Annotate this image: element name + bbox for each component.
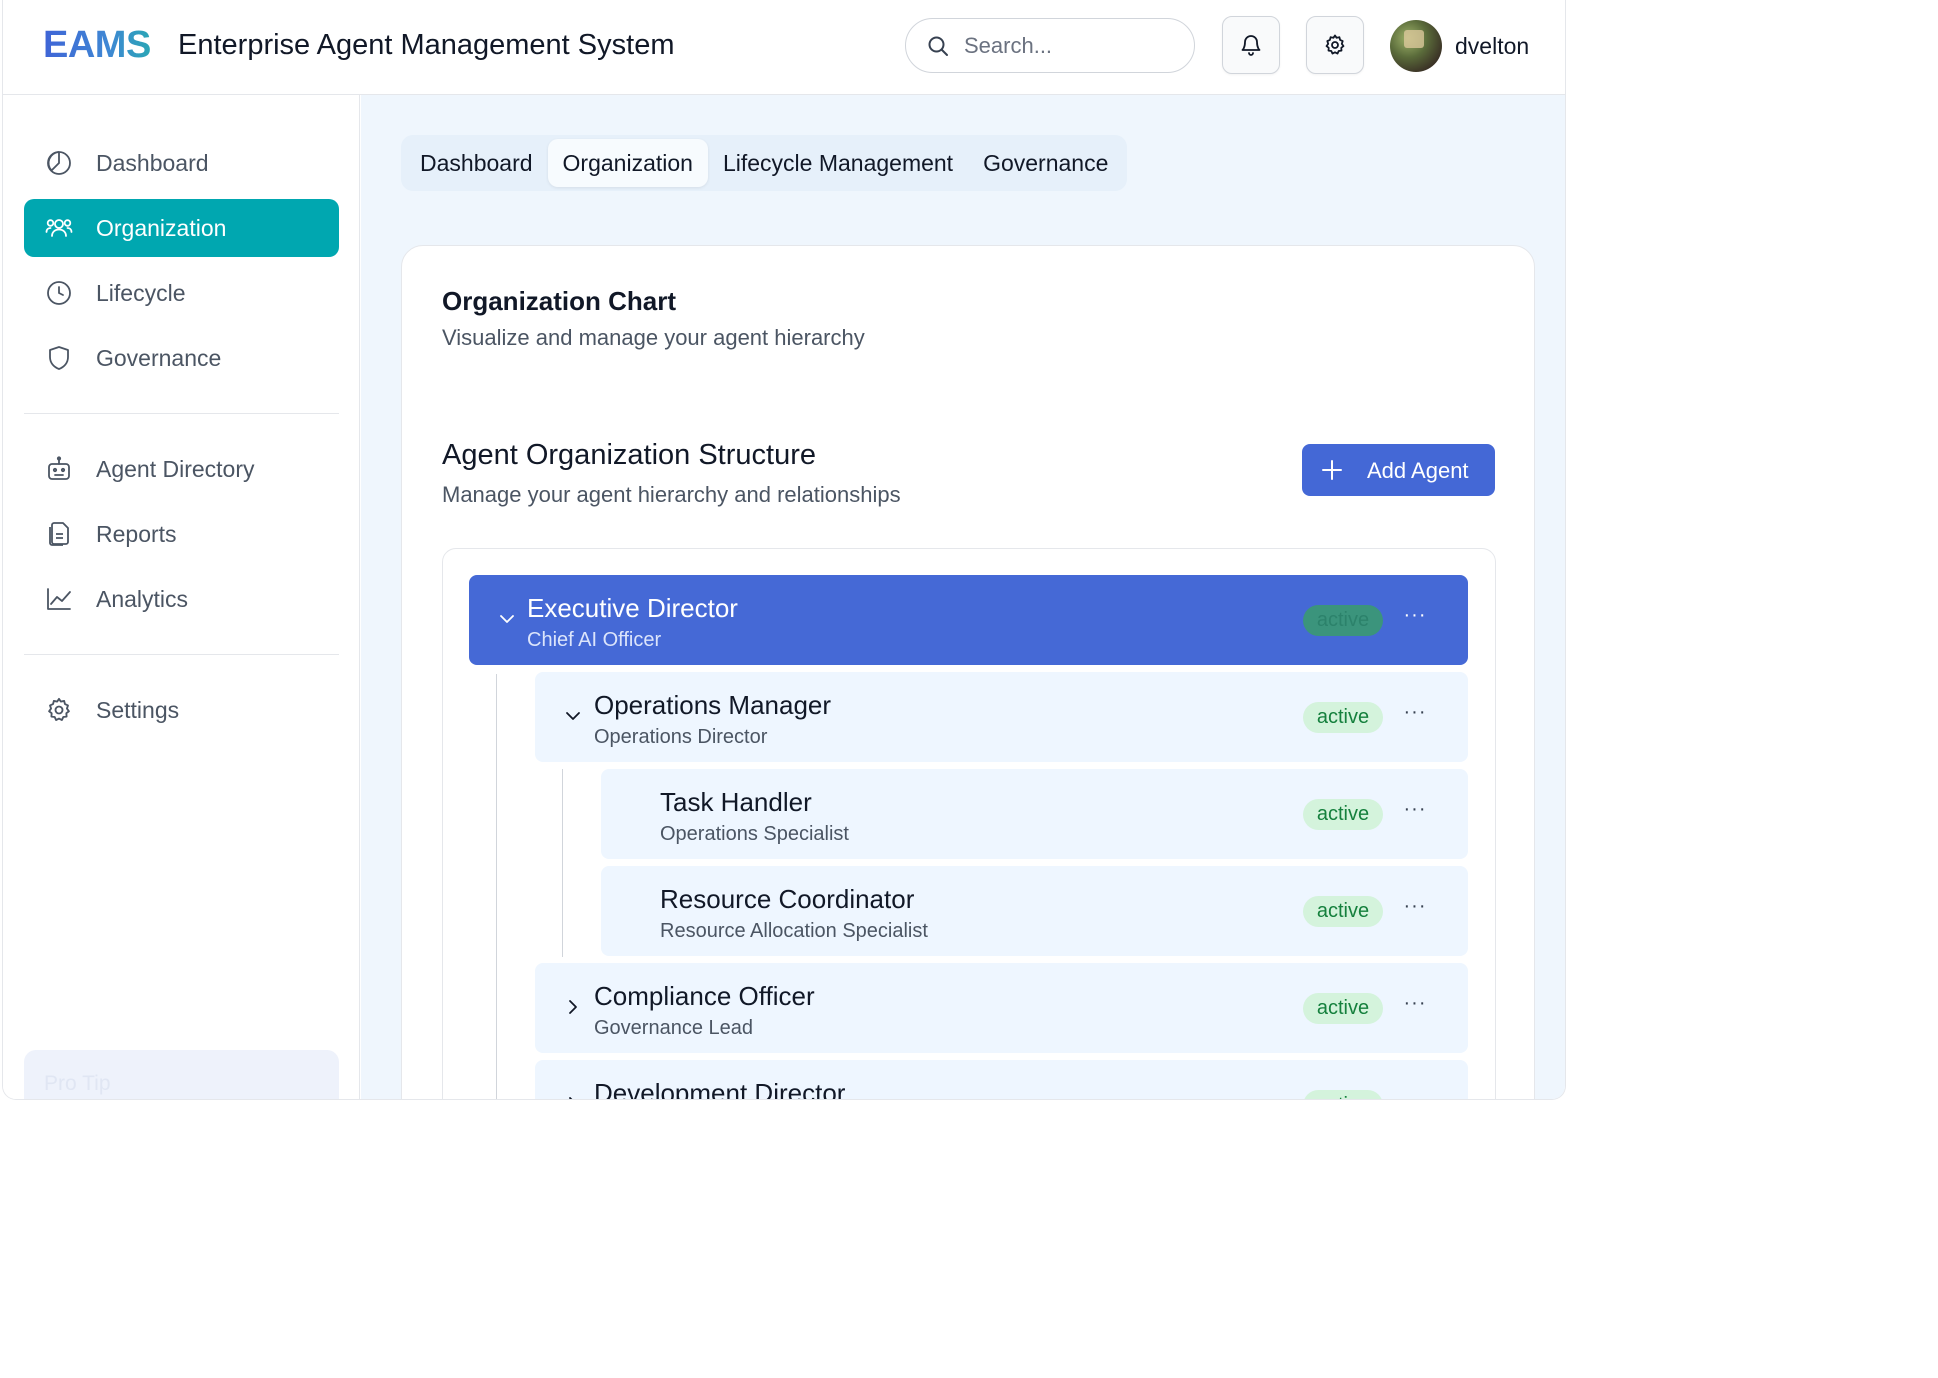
- settings-button[interactable]: [1306, 16, 1364, 74]
- agent-name: Task Handler: [660, 787, 812, 817]
- sidebar-divider: [24, 654, 339, 655]
- add-agent-button[interactable]: Add Agent: [1302, 444, 1495, 496]
- tab-governance[interactable]: Governance: [968, 139, 1123, 187]
- agent-name: Development Director: [594, 1078, 846, 1100]
- chevron-right-icon[interactable]: [563, 997, 583, 1017]
- sidebar-item-lifecycle[interactable]: Lifecycle: [24, 264, 339, 322]
- sidebar-item-label: Lifecycle: [96, 280, 186, 306]
- status-badge: active: [1303, 1090, 1383, 1099]
- more-options-button[interactable]: ···: [1400, 893, 1430, 923]
- search-icon: [928, 36, 948, 56]
- agent-role: Chief AI Officer: [527, 629, 662, 651]
- sidebar-item-label: Agent Directory: [96, 456, 255, 482]
- status-badge: active: [1303, 993, 1383, 1024]
- app-window: EAMS Enterprise Agent Management System …: [2, 0, 1566, 1100]
- username[interactable]: dvelton: [1455, 33, 1529, 60]
- agent-role: Resource Allocation Specialist: [660, 920, 928, 942]
- tab-dashboard[interactable]: Dashboard: [405, 139, 548, 187]
- agent-role: Governance Lead: [594, 1017, 754, 1039]
- status-badge: active: [1303, 702, 1383, 733]
- users-icon: [45, 219, 73, 237]
- tab-lifecycle-management[interactable]: Lifecycle Management: [708, 139, 968, 187]
- more-options-button[interactable]: ···: [1400, 990, 1430, 1020]
- sidebar-item-governance[interactable]: Governance: [24, 329, 339, 387]
- sidebar-item-dashboard[interactable]: Dashboard: [24, 134, 339, 192]
- add-agent-label: Add Agent: [1367, 458, 1469, 483]
- chevron-down-icon[interactable]: [497, 609, 517, 629]
- tree-connector: [562, 769, 563, 957]
- agent-node-operations-manager[interactable]: Operations Manager Operations Director a…: [535, 672, 1468, 762]
- main-content: Dashboard Organization Lifecycle Managem…: [361, 95, 1565, 1100]
- sidebar: Dashboard Organization Lifecycle Governa…: [3, 95, 360, 1099]
- chevron-right-icon[interactable]: [563, 1094, 583, 1100]
- more-options-button[interactable]: ···: [1400, 602, 1430, 632]
- agent-name: Resource Coordinator: [660, 884, 915, 914]
- card-subtitle: Visualize and manage your agent hierarch…: [442, 325, 865, 350]
- gear-icon: [48, 697, 70, 721]
- more-options-button[interactable]: ···: [1400, 699, 1430, 729]
- tab-organization[interactable]: Organization: [547, 139, 708, 187]
- agent-name: Operations Manager: [594, 690, 832, 720]
- tab-bar: Dashboard Organization Lifecycle Managem…: [401, 135, 1128, 191]
- sidebar-item-settings[interactable]: Settings: [24, 681, 339, 739]
- more-options-button[interactable]: ···: [1400, 796, 1430, 826]
- clock-icon: [47, 281, 71, 305]
- agent-name: Compliance Officer: [594, 981, 815, 1011]
- notifications-button[interactable]: [1222, 16, 1280, 74]
- gear-icon: [1325, 34, 1345, 55]
- plus-icon: [1322, 460, 1342, 480]
- pie-chart-icon: [47, 151, 71, 175]
- sidebar-item-label: Governance: [96, 345, 222, 371]
- status-badge: active: [1303, 605, 1383, 636]
- agent-node-resource-coordinator[interactable]: Resource Coordinator Resource Allocation…: [601, 866, 1468, 956]
- app-logo[interactable]: EAMS: [43, 24, 151, 67]
- top-header: EAMS Enterprise Agent Management System …: [3, 0, 1565, 95]
- sidebar-item-agent-directory[interactable]: Agent Directory: [24, 440, 339, 498]
- sidebar-item-label: Organization: [96, 215, 227, 241]
- line-chart-icon: [47, 588, 71, 610]
- agent-node-compliance-officer[interactable]: Compliance Officer Governance Lead activ…: [535, 963, 1468, 1053]
- files-icon: [49, 522, 69, 546]
- sidebar-item-reports[interactable]: Reports: [24, 505, 339, 563]
- sidebar-item-organization[interactable]: Organization: [24, 199, 339, 257]
- avatar[interactable]: [1390, 20, 1442, 72]
- sidebar-item-label: Settings: [96, 697, 180, 723]
- sidebar-divider: [24, 413, 339, 414]
- section-title: Agent Organization Structure: [442, 439, 816, 471]
- sidebar-item-label: Analytics: [96, 586, 189, 612]
- org-chart-card: Organization Chart Visualize and manage …: [401, 245, 1535, 1100]
- chevron-down-icon[interactable]: [563, 706, 583, 726]
- pro-tip-title: Pro Tip: [44, 1072, 111, 1095]
- app-title: Enterprise Agent Management System: [178, 29, 675, 61]
- search-input[interactable]: [964, 29, 1174, 63]
- status-badge: active: [1303, 896, 1383, 927]
- card-title: Organization Chart: [442, 286, 677, 316]
- sidebar-item-analytics[interactable]: Analytics: [24, 570, 339, 628]
- sidebar-item-label: Reports: [96, 521, 177, 547]
- agent-node-executive-director[interactable]: Executive Director Chief AI Officer acti…: [469, 575, 1468, 665]
- bell-icon: [1241, 35, 1261, 56]
- agent-role: Operations Director: [594, 726, 768, 748]
- status-badge: active: [1303, 799, 1383, 830]
- shield-icon: [49, 346, 69, 370]
- agent-node-task-handler[interactable]: Task Handler Operations Specialist activ…: [601, 769, 1468, 859]
- section-subtitle: Manage your agent hierarchy and relation…: [442, 482, 901, 507]
- agent-name: Executive Director: [527, 593, 738, 623]
- search-box[interactable]: [905, 18, 1195, 73]
- sidebar-item-label: Dashboard: [96, 150, 209, 176]
- agent-node-development-director[interactable]: Development Director active: [535, 1060, 1468, 1100]
- bot-icon: [48, 456, 70, 480]
- agent-tree: Executive Director Chief AI Officer acti…: [442, 548, 1496, 1100]
- agent-role: Operations Specialist: [660, 823, 849, 845]
- tree-connector: [496, 674, 497, 1099]
- pro-tip-card: Pro Tip: [24, 1050, 339, 1099]
